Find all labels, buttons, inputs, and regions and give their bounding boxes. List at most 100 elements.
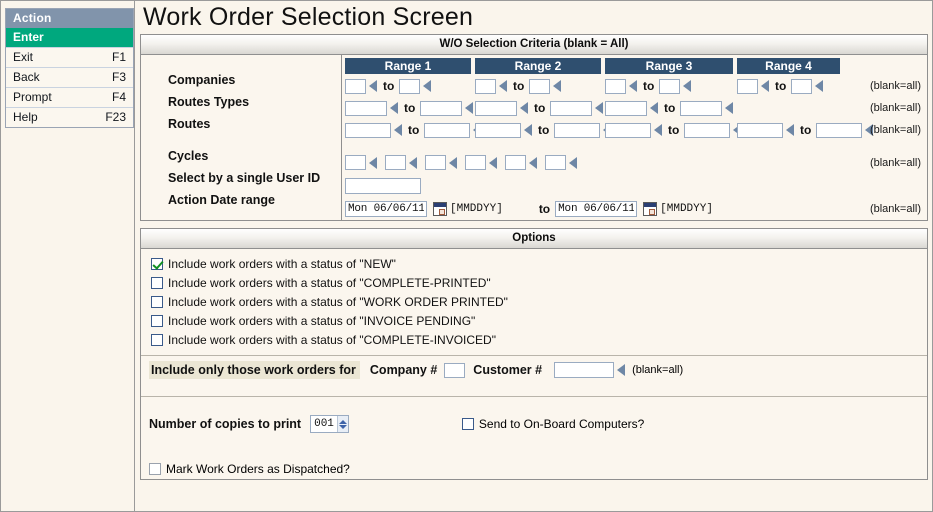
routes-types-r3-to[interactable] — [680, 100, 723, 116]
prompt-arrow-icon[interactable] — [423, 80, 432, 92]
routes-r3-from[interactable] — [605, 122, 651, 138]
stepper-buttons[interactable] — [336, 416, 348, 432]
checkbox-icon[interactable] — [461, 418, 474, 430]
cycle-input-6[interactable] — [545, 155, 566, 170]
options-panel: Options Include work orders with a statu… — [140, 228, 928, 480]
prompt-arrow-icon[interactable] — [520, 102, 528, 114]
prompt-arrow-icon[interactable] — [595, 102, 604, 114]
routes-range-4: to — [737, 122, 874, 138]
label-action-date: Action Date range — [168, 193, 275, 207]
cycle-input-4[interactable] — [465, 155, 486, 170]
date-to-label: to — [538, 201, 551, 216]
cycle-6 — [545, 155, 581, 170]
routes-types-r2-to[interactable] — [550, 100, 593, 116]
status-option-new[interactable]: Include work orders with a status of "NE… — [151, 254, 927, 273]
prompt-arrow-icon[interactable] — [524, 124, 532, 136]
routes-types-r2-from[interactable] — [475, 100, 517, 116]
status-option-list: Include work orders with a status of "NE… — [141, 249, 927, 355]
action-date-to-input[interactable] — [555, 200, 638, 217]
prompt-arrow-icon[interactable] — [499, 80, 507, 92]
checkbox-icon[interactable] — [151, 333, 163, 346]
cycle-input-2[interactable] — [385, 155, 406, 170]
stepper-down-icon[interactable] — [338, 424, 347, 429]
routes-r4-to[interactable] — [816, 122, 863, 138]
user-id-row — [342, 174, 927, 197]
prompt-arrow-icon[interactable] — [617, 364, 626, 376]
calendar-icon[interactable] — [643, 201, 658, 216]
action-date-from-input[interactable] — [345, 200, 427, 217]
to-label: to — [668, 123, 680, 137]
checkbox-icon[interactable] — [151, 295, 163, 308]
prompt-arrow-icon[interactable] — [489, 156, 497, 169]
cycle-2 — [385, 155, 421, 170]
routes-row: to to to to (blank=all) — [342, 119, 927, 141]
sidebar-item-exit[interactable]: Exit F1 — [6, 47, 133, 67]
dispatched-row[interactable]: Mark Work Orders as Dispatched? — [141, 459, 927, 479]
prompt-arrow-icon[interactable] — [725, 102, 734, 114]
prompt-arrow-icon[interactable] — [369, 80, 377, 92]
routes-r3-to[interactable] — [684, 122, 731, 138]
prompt-arrow-icon[interactable] — [815, 80, 824, 92]
routes-r2-from[interactable] — [475, 122, 521, 138]
sidebar-item-enter[interactable]: Enter — [6, 28, 133, 47]
sidebar-item-key: F3 — [111, 70, 126, 84]
companies-r2-to[interactable] — [529, 78, 551, 94]
copies-stepper[interactable]: 001 — [310, 415, 349, 433]
prompt-arrow-icon[interactable] — [529, 156, 537, 169]
calendar-icon[interactable] — [433, 201, 447, 216]
checkbox-icon[interactable] — [149, 463, 161, 475]
customer-number-input[interactable] — [554, 362, 615, 378]
routes-types-r1-from[interactable] — [345, 100, 387, 116]
page-title: Work Order Selection Screen — [143, 3, 474, 31]
routes-range-1: to — [345, 122, 482, 138]
cycle-input-1[interactable] — [345, 155, 366, 170]
label-cycles: Cycles — [168, 149, 209, 163]
prompt-arrow-icon[interactable] — [569, 156, 577, 169]
routes-r1-to[interactable] — [424, 122, 471, 138]
companies-r3-to[interactable] — [659, 78, 681, 94]
selection-criteria-panel: W/O Selection Criteria (blank = All) Com… — [140, 34, 928, 221]
sidebar-item-key: F1 — [111, 50, 126, 64]
prompt-arrow-icon[interactable] — [786, 124, 794, 136]
companies-r3-from[interactable] — [605, 78, 626, 94]
sidebar-item-help[interactable]: Help F23 — [6, 107, 133, 127]
prompt-arrow-icon[interactable] — [369, 156, 377, 169]
companies-r4-from[interactable] — [737, 78, 758, 94]
status-option-invoice-pending[interactable]: Include work orders with a status of "IN… — [151, 311, 927, 330]
companies-r2-from[interactable] — [475, 78, 496, 94]
checkbox-icon[interactable] — [151, 276, 163, 289]
prompt-arrow-icon[interactable] — [761, 80, 769, 92]
prompt-arrow-icon[interactable] — [629, 80, 637, 92]
prompt-arrow-icon[interactable] — [465, 102, 474, 114]
sidebar-item-back[interactable]: Back F3 — [6, 67, 133, 87]
prompt-arrow-icon[interactable] — [409, 156, 417, 169]
status-option-complete-printed[interactable]: Include work orders with a status of "CO… — [151, 273, 927, 292]
companies-r1-to[interactable] — [399, 78, 421, 94]
company-number-input[interactable] — [444, 362, 466, 378]
checkbox-icon[interactable] — [151, 314, 163, 327]
companies-r1-from[interactable] — [345, 78, 366, 94]
status-option-work-order-printed[interactable]: Include work orders with a status of "WO… — [151, 292, 927, 311]
user-id-input[interactable] — [345, 177, 421, 194]
cycle-input-3[interactable] — [425, 155, 446, 170]
routes-types-r1-to[interactable] — [420, 100, 463, 116]
companies-r4-to[interactable] — [791, 78, 813, 94]
routes-types-r3-from[interactable] — [605, 100, 647, 116]
checkbox-icon[interactable] — [151, 257, 163, 270]
prompt-arrow-icon[interactable] — [390, 102, 398, 114]
routes-r2-to[interactable] — [554, 122, 601, 138]
copies-label: Number of copies to print — [149, 417, 302, 431]
prompt-arrow-icon[interactable] — [654, 124, 662, 136]
routes-r4-from[interactable] — [737, 122, 783, 138]
prompt-arrow-icon[interactable] — [650, 102, 658, 114]
prompt-arrow-icon[interactable] — [553, 80, 562, 92]
prompt-arrow-icon[interactable] — [683, 80, 692, 92]
prompt-arrow-icon[interactable] — [394, 124, 402, 136]
stepper-up-icon[interactable] — [338, 419, 347, 424]
routes-r1-from[interactable] — [345, 122, 391, 138]
sidebar-item-prompt[interactable]: Prompt F4 — [6, 87, 133, 107]
status-option-complete-invoiced[interactable]: Include work orders with a status of "CO… — [151, 330, 927, 349]
cycle-input-5[interactable] — [505, 155, 526, 170]
prompt-arrow-icon[interactable] — [449, 156, 457, 169]
copies-value[interactable]: 001 — [311, 416, 337, 432]
